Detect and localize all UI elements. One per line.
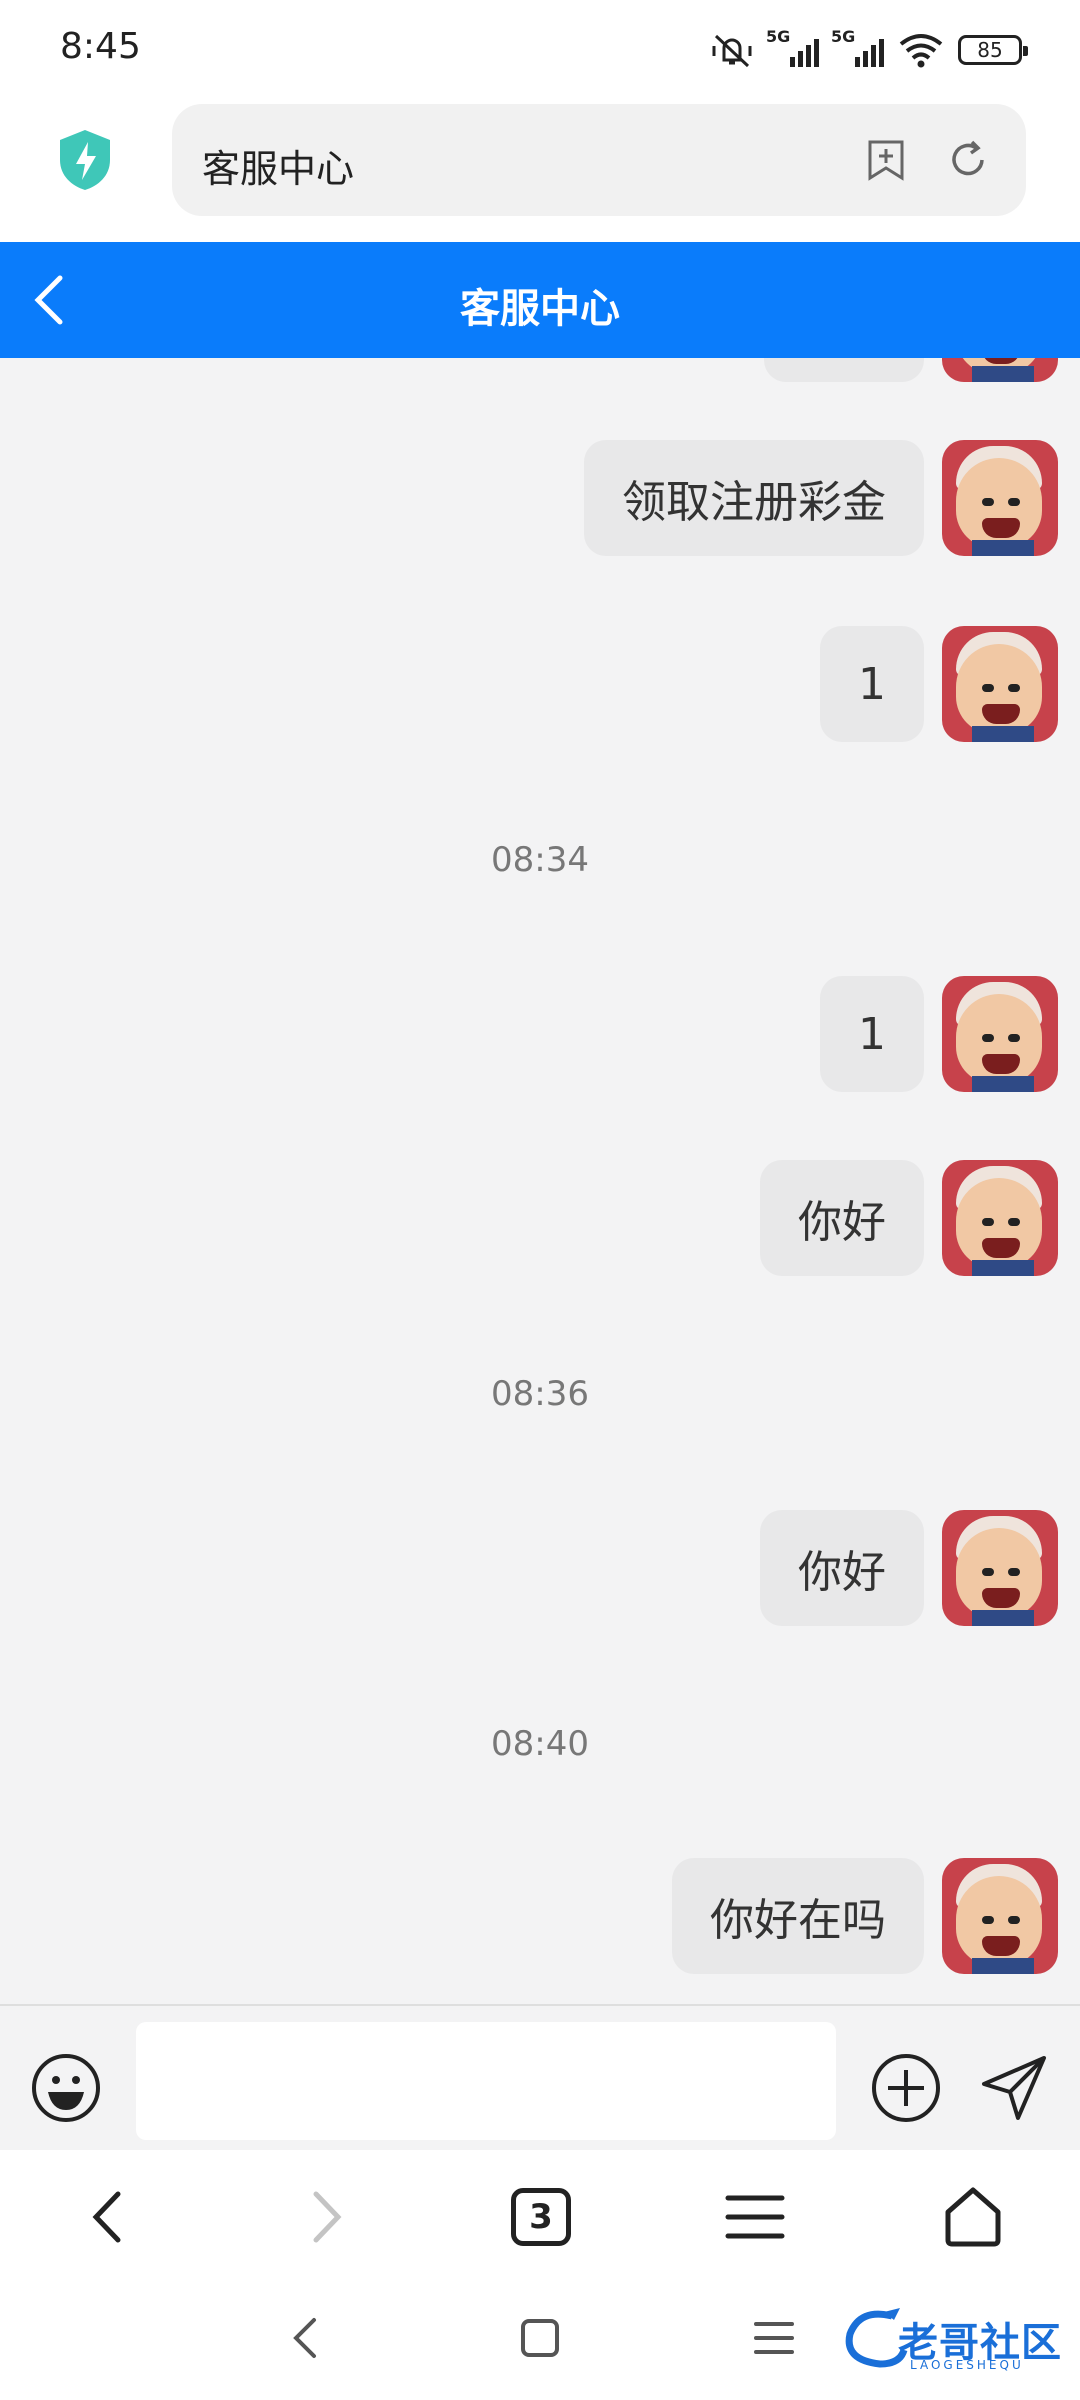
user-avatar xyxy=(942,1510,1058,1626)
send-icon[interactable] xyxy=(980,2052,1050,2122)
message-item: 1 xyxy=(820,976,1058,1092)
user-avatar xyxy=(942,976,1058,1092)
message-bubble: 你好在吗 xyxy=(672,1858,924,1974)
message-bubble: 1 xyxy=(820,976,924,1092)
message-item xyxy=(764,358,1058,382)
message-timestamp: 08:34 xyxy=(491,840,589,880)
home-icon[interactable] xyxy=(940,2184,1006,2250)
signal-icon: 5G xyxy=(831,27,884,67)
message-bubble: 领取注册彩金 xyxy=(584,440,924,556)
security-shield-icon[interactable] xyxy=(56,128,114,192)
watermark-logo: 老哥社区 LAOGESHEQU xyxy=(840,2304,1066,2374)
status-bar: 8:45 5G 5G 85 xyxy=(0,0,1080,100)
address-bar-title: 客服中心 xyxy=(202,147,355,191)
message-bubble: 你好 xyxy=(760,1510,924,1626)
user-avatar xyxy=(942,1160,1058,1276)
user-avatar xyxy=(942,440,1058,556)
mute-vibrate-icon xyxy=(712,34,752,68)
address-bar[interactable]: 客服中心 xyxy=(172,104,1026,216)
browser-nav-bar: 3 xyxy=(0,2150,1080,2276)
chat-messages[interactable]: 领取注册彩金 1 08:34 1 你好 08:36 你好 08:40 你好在吗 xyxy=(0,358,1080,2004)
user-avatar xyxy=(942,1858,1058,1974)
message-bubble: 你好 xyxy=(760,1160,924,1276)
emoji-icon[interactable] xyxy=(30,2052,102,2124)
add-attachment-icon[interactable] xyxy=(870,2052,942,2124)
watermark-subtext: LAOGESHEQU xyxy=(910,2358,1024,2372)
user-avatar xyxy=(942,358,1058,382)
battery-indicator: 85 xyxy=(958,35,1028,65)
message-timestamp: 08:40 xyxy=(491,1724,589,1764)
status-icons: 5G 5G 85 xyxy=(710,24,1028,76)
status-time: 8:45 xyxy=(60,26,141,67)
message-input-bar xyxy=(0,2004,1080,2150)
message-item: 你好 xyxy=(760,1160,1058,1276)
message-item: 你好 xyxy=(760,1510,1058,1626)
page-title: 客服中心 xyxy=(460,286,620,332)
message-bubble: 1 xyxy=(820,626,924,742)
message-input[interactable] xyxy=(136,2022,836,2140)
browser-back-icon[interactable] xyxy=(76,2184,142,2250)
system-nav-bar: 老哥社区 LAOGESHEQU xyxy=(0,2276,1080,2400)
tabs-count: 3 xyxy=(511,2188,571,2246)
menu-icon[interactable] xyxy=(722,2184,788,2250)
bookmark-add-icon[interactable] xyxy=(864,138,908,182)
tabs-button[interactable]: 3 xyxy=(508,2184,574,2250)
wifi-icon xyxy=(899,34,943,68)
signal-icon: 5G xyxy=(766,27,819,67)
message-item: 1 xyxy=(820,626,1058,742)
browser-forward-icon[interactable] xyxy=(292,2184,358,2250)
browser-bar: 客服中心 xyxy=(0,100,1080,242)
message-bubble xyxy=(764,358,924,382)
system-recents-icon[interactable] xyxy=(748,2312,800,2364)
message-item: 领取注册彩金 xyxy=(584,440,1058,556)
refresh-icon[interactable] xyxy=(946,138,990,182)
system-back-icon[interactable] xyxy=(280,2312,332,2364)
chat-header: 客服中心 xyxy=(0,242,1080,358)
system-home-icon[interactable] xyxy=(514,2312,566,2364)
message-item: 你好在吗 xyxy=(672,1858,1058,1974)
user-avatar xyxy=(942,626,1058,742)
message-timestamp: 08:36 xyxy=(491,1374,589,1414)
